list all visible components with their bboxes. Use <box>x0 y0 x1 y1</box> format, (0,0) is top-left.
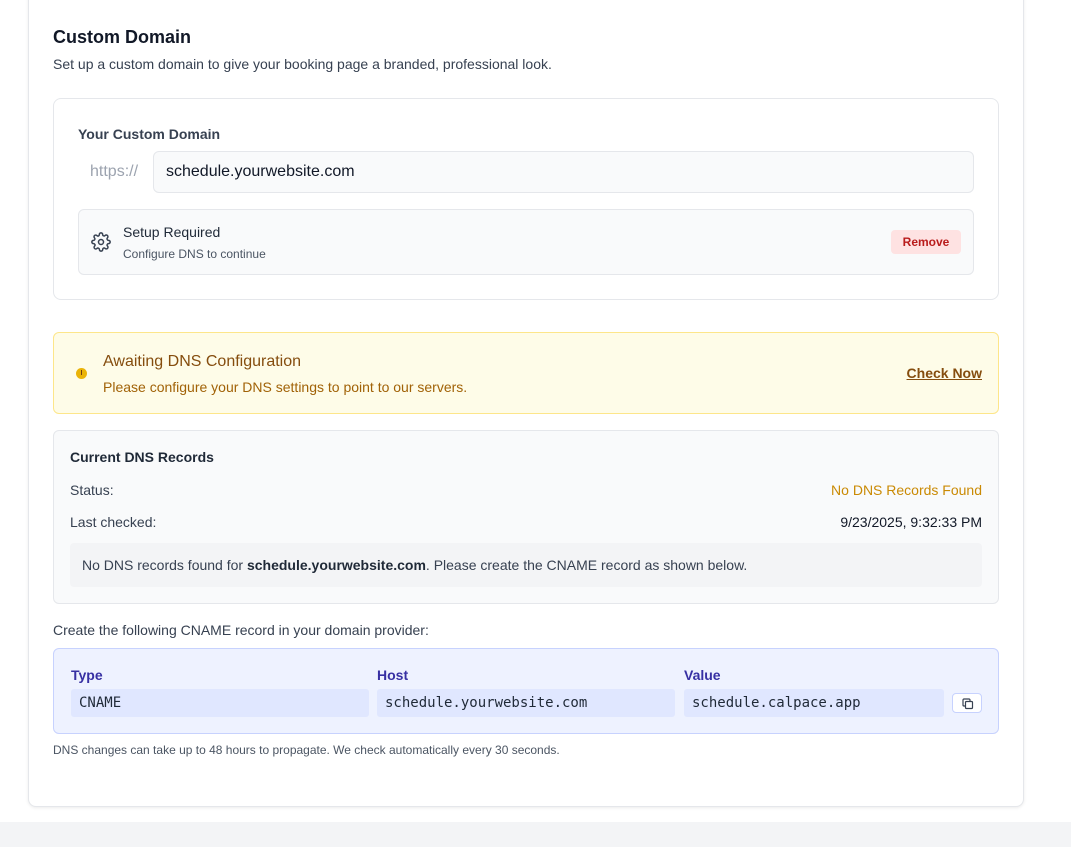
cname-record-table: Type Host Value CNAME schedule.yourwebsi… <box>53 648 999 734</box>
setup-subtitle: Configure DNS to continue <box>123 247 266 261</box>
status-label: Status: <box>70 482 114 498</box>
cname-host-cell[interactable]: schedule.yourwebsite.com <box>377 689 675 717</box>
page: Custom Domain Set up a custom domain to … <box>0 0 1056 822</box>
note-prefix: No DNS records found for <box>82 557 247 573</box>
cname-type-cell[interactable]: CNAME <box>71 689 369 717</box>
cname-intro: Create the following CNAME record in you… <box>53 622 429 638</box>
warning-icon <box>76 368 87 379</box>
check-now-link[interactable]: Check Now <box>907 365 982 381</box>
alert-description: Please configure your DNS settings to po… <box>103 379 468 395</box>
remove-button[interactable]: Remove <box>891 230 961 254</box>
setup-title: Setup Required <box>123 224 221 240</box>
domain-label: Your Custom Domain <box>78 126 221 142</box>
cname-value-cell[interactable]: schedule.calpace.app <box>684 689 944 717</box>
domain-input[interactable] <box>153 151 974 193</box>
column-header-value: Value <box>684 667 721 683</box>
copy-button[interactable] <box>952 693 982 713</box>
right-gutter <box>1056 0 1071 822</box>
section-title: Custom Domain <box>53 27 192 47</box>
dns-alert: Awaiting DNS Configuration Please config… <box>53 332 999 414</box>
setup-status-box: Setup Required Configure DNS to continue… <box>78 209 974 275</box>
dns-records-panel: Current DNS Records Status: No DNS Recor… <box>53 430 999 604</box>
domain-prefix: https:// <box>90 163 139 180</box>
status-value: No DNS Records Found <box>831 482 982 498</box>
column-header-host: Host <box>377 667 409 683</box>
records-note: No DNS records found for schedule.yourwe… <box>70 543 982 587</box>
alert-title: Awaiting DNS Configuration <box>103 353 302 370</box>
last-checked-value: 9/23/2025, 9:32:33 PM <box>840 514 982 530</box>
note-suffix: . Please create the CNAME record as show… <box>425 557 748 573</box>
custom-domain-panel: Your Custom Domain https:// Setup Requir… <box>53 98 999 300</box>
gear-icon <box>91 232 111 252</box>
records-title: Current DNS Records <box>70 449 214 465</box>
propagation-note: DNS changes can take up to 48 hours to p… <box>53 743 560 757</box>
column-header-type: Type <box>71 667 103 683</box>
section-description: Set up a custom domain to give your book… <box>53 56 552 72</box>
last-checked-label: Last checked: <box>70 514 157 530</box>
note-domain: schedule.yourwebsite.com <box>246 557 426 573</box>
